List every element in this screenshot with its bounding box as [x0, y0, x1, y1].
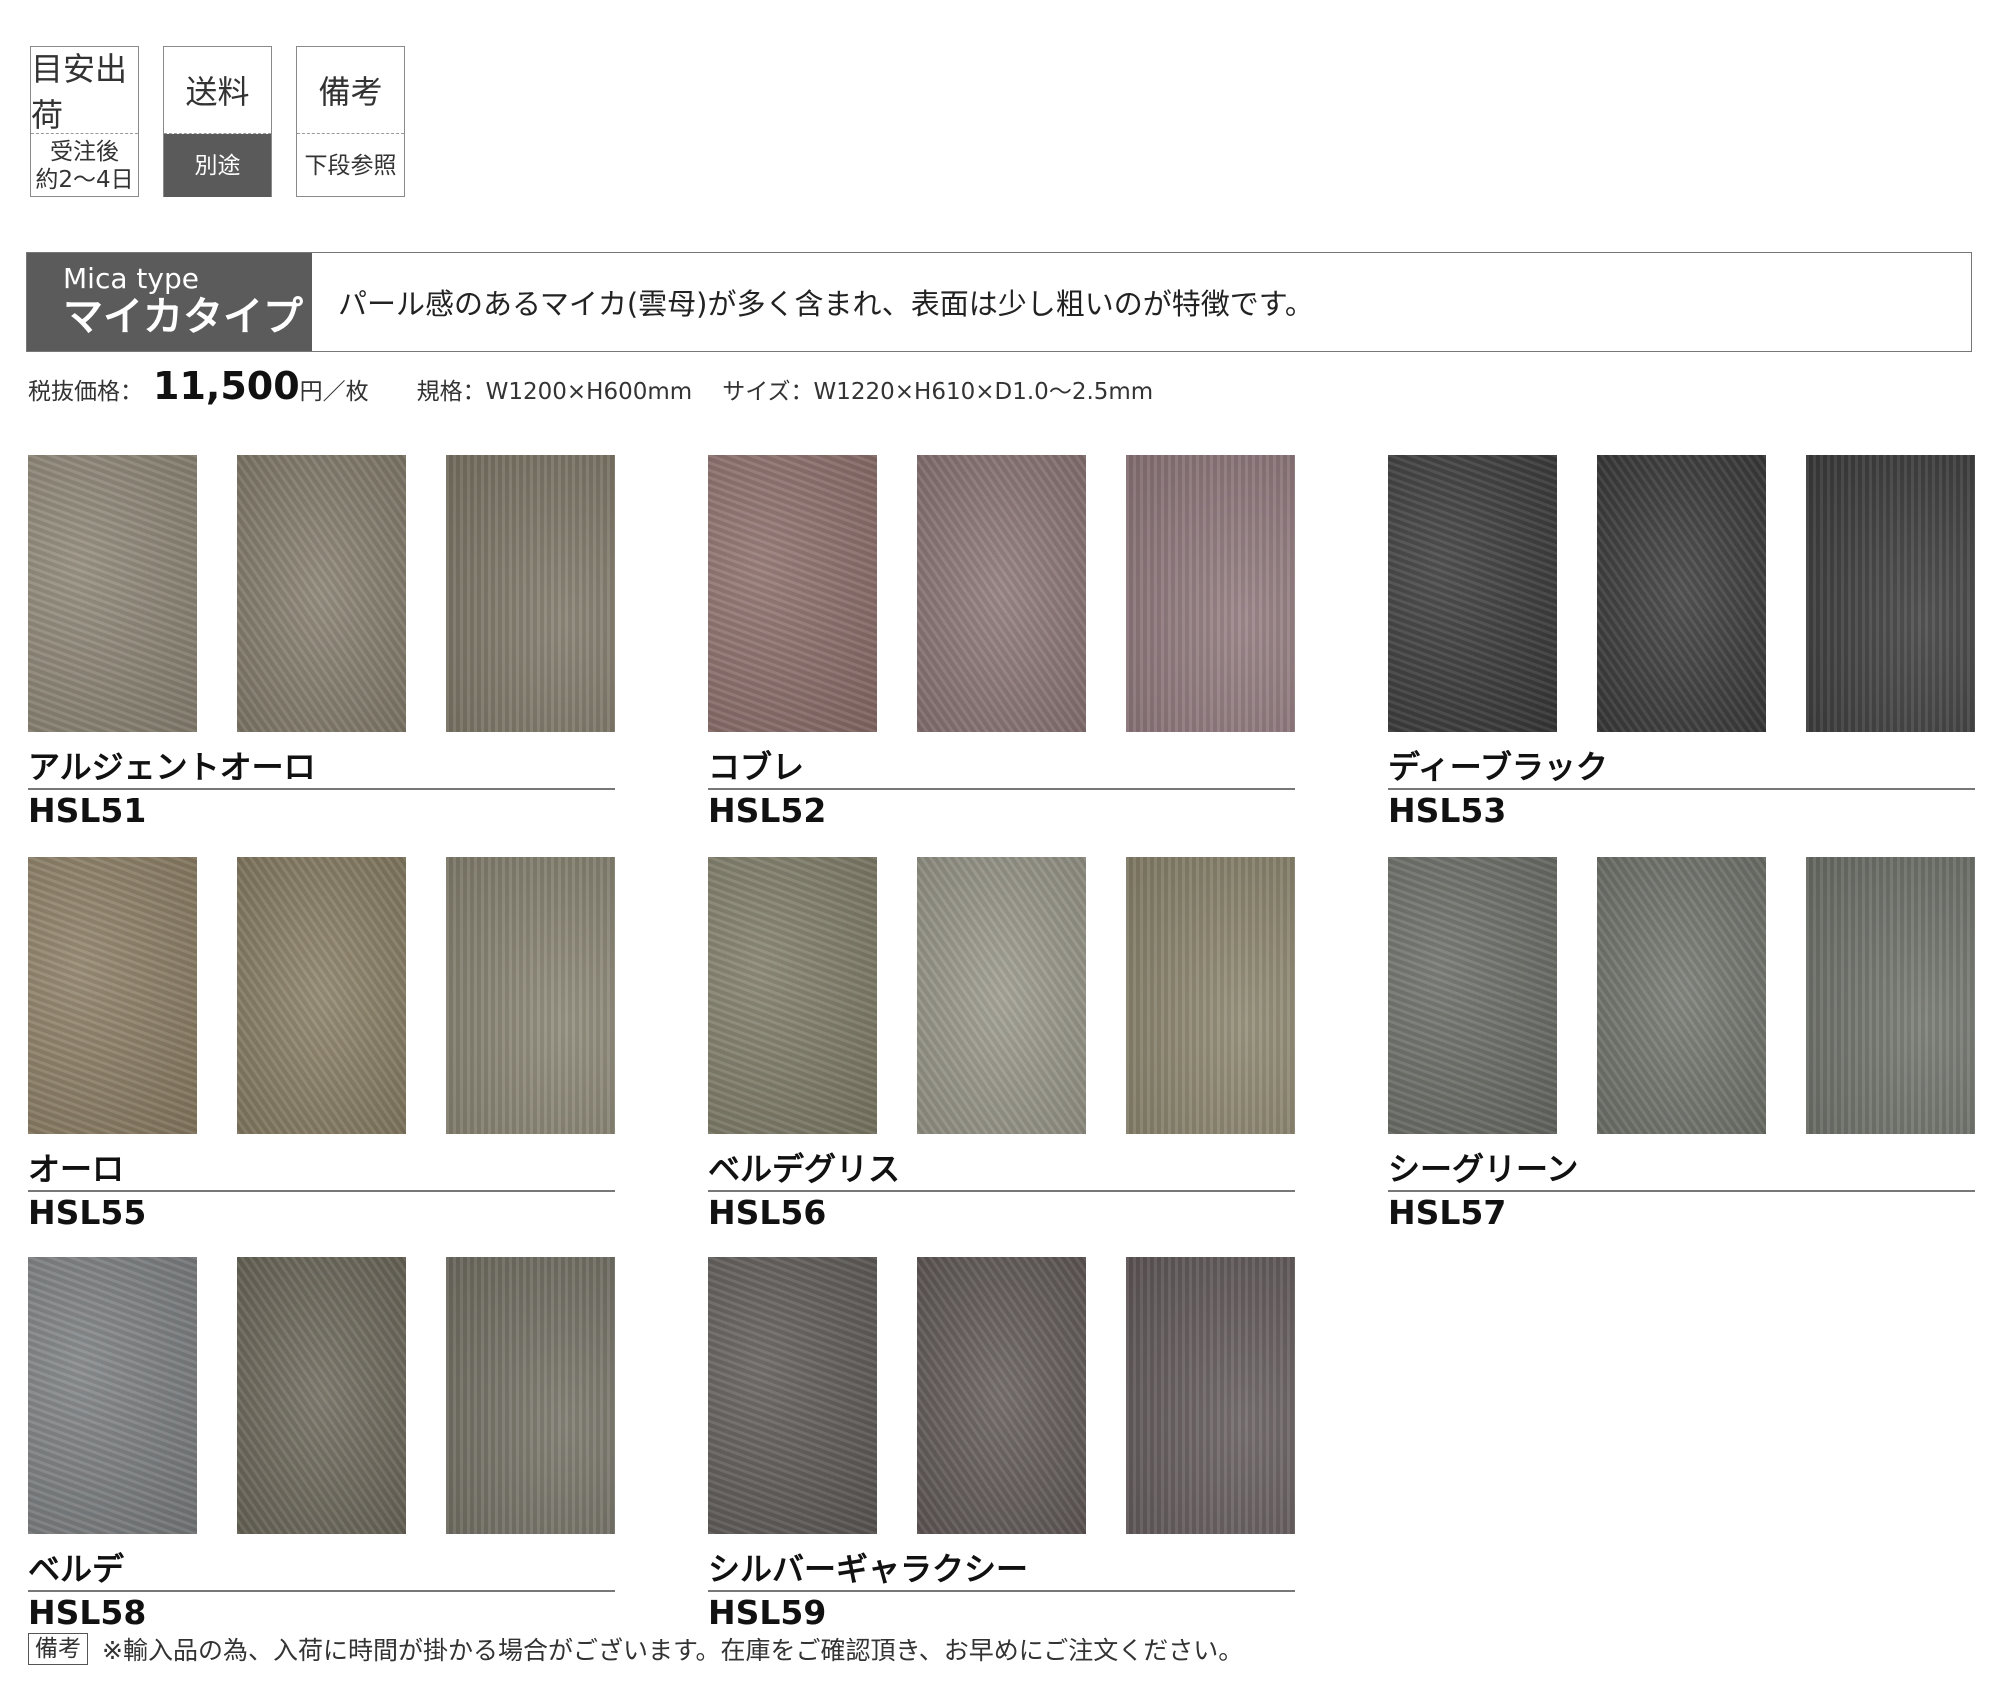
- type-description: パール感のあるマイカ(雲母)が多く含まれ、表面は少し粗いのが特徴です。: [338, 287, 1314, 321]
- product-code: HSL52: [708, 791, 827, 830]
- price-unit: 円／枚: [299, 379, 369, 405]
- product-name: オーロ: [28, 1150, 125, 1188]
- shipping-time-value: 受注後 約2〜4日: [35, 138, 134, 193]
- product-name: ベルデ: [28, 1550, 125, 1588]
- stone-swatch: [1388, 455, 1557, 732]
- info-box-shipping-fee: 送料 別途: [163, 46, 272, 197]
- product-code: HSL53: [1388, 791, 1507, 830]
- size-spec: 規格：W1200×H600mm: [416, 379, 693, 405]
- stone-swatch: [917, 455, 1086, 732]
- remarks-note: 備考 ※輸入品の為、入荷に時間が掛かる場合がございます。在庫をご確認頂き、お早め…: [28, 1631, 1243, 1667]
- type-banner: Mica type マイカタイプ パール感のあるマイカ(雲母)が多く含まれ、表面…: [26, 252, 1972, 352]
- dimension-spec: サイズ：W1220×H610×D1.0〜2.5mm: [722, 379, 1154, 405]
- info-box-value: 別途: [164, 134, 271, 197]
- stone-swatch: [237, 455, 406, 732]
- product-name: アルジェントオーロ: [28, 748, 316, 786]
- product-name: コブレ: [708, 748, 805, 786]
- divider: [28, 788, 615, 790]
- stone-swatch: [28, 857, 197, 1134]
- product-name: ディーブラック: [1388, 748, 1608, 786]
- product-card: アルジェントオーロ HSL51: [28, 455, 615, 835]
- stone-swatch: [917, 857, 1086, 1134]
- stone-swatch: [446, 1257, 615, 1534]
- info-box-shipping-time: 目安出荷 受注後 約2〜4日: [30, 46, 139, 197]
- divider: [28, 1590, 615, 1592]
- stone-swatch: [1597, 857, 1766, 1134]
- info-box-remarks: 備考 下段参照: [296, 46, 405, 197]
- type-label-jp: マイカタイプ: [63, 294, 303, 340]
- product-code: HSL55: [28, 1193, 147, 1232]
- product-code: HSL59: [708, 1593, 827, 1632]
- product-name: シルバーギャラクシー: [708, 1550, 1029, 1588]
- product-card: ディーブラック HSL53: [1388, 455, 1975, 835]
- product-code: HSL57: [1388, 1193, 1507, 1232]
- type-label: Mica type マイカタイプ: [27, 253, 312, 351]
- product-card: シルバーギャラクシー HSL59: [708, 1257, 1295, 1637]
- stone-swatch: [1388, 857, 1557, 1134]
- stone-swatch: [28, 455, 197, 732]
- divider: [708, 1190, 1295, 1192]
- info-box-title: 送料: [164, 47, 271, 134]
- stone-swatch: [1806, 857, 1975, 1134]
- product-code: HSL51: [28, 791, 147, 830]
- product-code: HSL56: [708, 1193, 827, 1232]
- stone-swatch: [237, 1257, 406, 1534]
- type-label-en: Mica type: [63, 262, 199, 295]
- stone-swatch: [28, 1257, 197, 1534]
- product-card: ベルデ HSL58: [28, 1257, 615, 1637]
- stone-swatch: [917, 1257, 1086, 1534]
- price-value: 11,500: [153, 364, 300, 408]
- product-name: シーグリーン: [1388, 1150, 1579, 1188]
- price-label: 税抜価格：: [28, 379, 143, 405]
- stone-swatch: [1806, 455, 1975, 732]
- stone-swatch: [446, 455, 615, 732]
- stone-swatch: [1126, 857, 1295, 1134]
- divider: [28, 1190, 615, 1192]
- divider: [708, 788, 1295, 790]
- stone-swatch: [708, 857, 877, 1134]
- divider: [1388, 788, 1975, 790]
- info-box-title: 目安出荷: [31, 47, 138, 134]
- divider: [708, 1590, 1295, 1592]
- info-box-title: 備考: [297, 47, 404, 134]
- stone-swatch: [1126, 455, 1295, 732]
- remarks-tag: 備考: [28, 1633, 88, 1665]
- stone-swatch: [708, 1257, 877, 1534]
- product-card: シーグリーン HSL57: [1388, 857, 1975, 1237]
- stone-swatch: [1597, 455, 1766, 732]
- spec-line: 税抜価格： 11,500 円／枚 規格：W1200×H600mm サイズ：W12…: [28, 364, 1153, 414]
- product-name: ベルデグリス: [708, 1150, 901, 1188]
- stone-swatch: [237, 857, 406, 1134]
- product-card: オーロ HSL55: [28, 857, 615, 1237]
- stone-swatch: [708, 455, 877, 732]
- product-card: コブレ HSL52: [708, 455, 1295, 835]
- product-code: HSL58: [28, 1593, 147, 1632]
- product-card: ベルデグリス HSL56: [708, 857, 1295, 1237]
- info-box-value: 下段参照: [304, 152, 397, 179]
- divider: [1388, 1190, 1975, 1192]
- remarks-text: ※輸入品の為、入荷に時間が掛かる場合がございます。在庫をご確認頂き、お早めにご注…: [102, 1636, 1244, 1665]
- stone-swatch: [446, 857, 615, 1134]
- info-box-value: 受注後 約2〜4日: [31, 134, 138, 197]
- stone-swatch: [1126, 1257, 1295, 1534]
